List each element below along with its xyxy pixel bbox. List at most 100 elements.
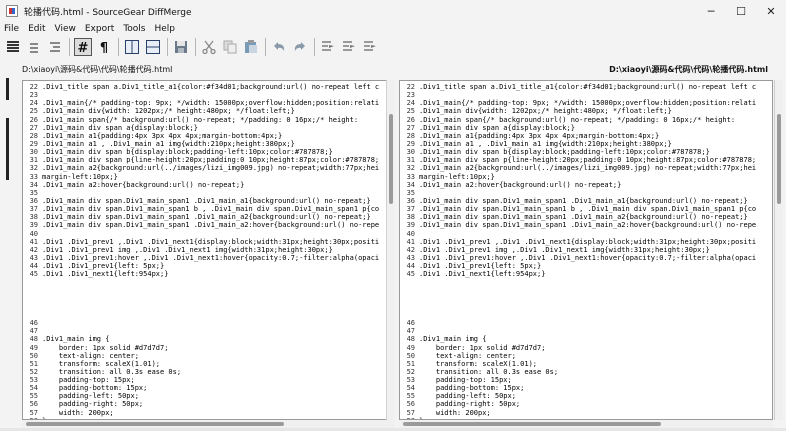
minimize-button[interactable]: ─	[696, 0, 726, 22]
undo-icon	[274, 42, 285, 51]
line-number: 40	[29, 229, 38, 238]
show-pilcrow-button[interactable]: ¶	[95, 38, 113, 56]
right-horizontal-scrollbar[interactable]	[399, 420, 773, 428]
right-scroll-thumb[interactable]	[777, 114, 781, 204]
diff-overview-bar[interactable]	[2, 78, 14, 424]
line-text: .Div1 .Div1_next1{left:954px;}	[419, 270, 546, 279]
line-text: .Div1_main div span b{display:block;padd…	[42, 148, 333, 157]
code-line: 51 transform: scaleX(1.01);	[400, 360, 772, 368]
line-text: .Div1_main div span.Div1_main_span1 .Div…	[42, 213, 371, 222]
code-line: 39 .Div1_main div span.Div1_main_span1 .D…	[400, 221, 772, 229]
line-text: margin-left:10px;}	[419, 172, 495, 181]
redo-button[interactable]	[291, 38, 309, 56]
cut-button[interactable]	[200, 38, 218, 56]
line-gutter	[417, 91, 419, 99]
toolbar: # ¶	[0, 36, 786, 58]
right-hscroll-thumb[interactable]	[403, 422, 661, 426]
line-number: 35	[406, 188, 415, 197]
menu-file[interactable]: File	[4, 24, 19, 34]
line-number: 52	[29, 367, 38, 376]
code-line: 37 .Div1_main div span.Div1_main_span1 b …	[23, 205, 394, 213]
line-number: 31	[406, 156, 415, 165]
line-text: width: 200px;	[419, 408, 491, 417]
split-horizontal-icon	[146, 40, 160, 54]
show-line-numbers-button[interactable]: #	[74, 38, 92, 56]
code-line: 53 padding-top: 15px;	[23, 376, 394, 384]
window-title: 轮播代码.html - SourceGear DiffMerge	[24, 7, 192, 18]
apply-change-button-2[interactable]	[340, 38, 358, 56]
code-line: 46	[23, 319, 394, 327]
apply-change-button-1[interactable]	[319, 38, 337, 56]
paste-button[interactable]	[242, 38, 260, 56]
left-scroll-thumb[interactable]	[389, 114, 393, 204]
toolbar-separator	[167, 38, 168, 56]
line-text: .Div1 .Div1_prev1 img ,.Div1 .Div1_next1…	[419, 245, 710, 254]
code-line: 45 .Div1 .Div1_next1{left:954px;}	[23, 270, 394, 278]
line-number: 34	[406, 180, 415, 189]
line-gutter	[40, 295, 42, 303]
code-line: 42 .Div1 .Div1_prev1 img ,.Div1 .Div1_nex…	[23, 246, 394, 254]
line-gutter	[417, 327, 419, 335]
line-number: 26	[29, 115, 38, 124]
right-vertical-scrollbar[interactable]	[774, 80, 783, 420]
left-vertical-scrollbar[interactable]	[386, 80, 395, 420]
right-file-pane[interactable]: 22 .Div1_title span a.Div1_title_a1{color…	[399, 80, 773, 420]
code-line: 31 .Div1_main div span p{line-height:20px…	[23, 156, 394, 164]
view-diffs-context-icon	[50, 42, 60, 52]
code-line: 27 .Div1_main div span a{display:block;}	[23, 124, 394, 132]
left-hscroll-thumb[interactable]	[26, 422, 284, 426]
line-number: 43	[29, 253, 38, 262]
view-diffs-only-button[interactable]	[25, 38, 43, 56]
line-number: 47	[406, 327, 415, 336]
code-line: 44 .Div1 .Div1_prev1{left: 5px;}	[400, 262, 772, 270]
menu-edit[interactable]: Edit	[28, 24, 45, 34]
menu-view[interactable]: View	[55, 24, 76, 34]
view-all-lines-button[interactable]	[4, 38, 22, 56]
split-vertical-icon	[125, 40, 139, 54]
line-gutter	[417, 278, 419, 286]
code-line: 45 .Div1 .Div1_next1{left:954px;}	[400, 270, 772, 278]
view-diffs-context-button[interactable]	[46, 38, 64, 56]
split-vertical-button[interactable]	[123, 38, 141, 56]
left-file-pane[interactable]: 22 .Div1_title span a.Div1_title_a1{color…	[22, 80, 395, 420]
apply-change-button-3[interactable]	[361, 38, 379, 56]
undo-button[interactable]	[270, 38, 288, 56]
line-text: .Div1_main{/* padding-top: 9px; */width:…	[419, 99, 757, 108]
line-text: padding-bottom: 15px;	[42, 384, 148, 393]
title-bar: 轮播代码.html - SourceGear DiffMerge ─ ☐ ✕	[0, 0, 786, 22]
save-button[interactable]	[172, 38, 190, 56]
line-number: 25	[406, 107, 415, 116]
split-horizontal-button[interactable]	[144, 38, 162, 56]
code-line: 43 .Div1 .Div1_prev1:hover ,.Div1 .Div1_n…	[400, 254, 772, 262]
line-gutter	[417, 230, 419, 238]
line-number: 48	[406, 335, 415, 344]
line-text: .Div1_main a1{padding:4px 3px 4px 4px;ma…	[419, 131, 660, 140]
left-horizontal-scrollbar[interactable]	[22, 420, 395, 428]
show-pilcrow-icon: ¶	[100, 41, 108, 54]
line-number: 53	[29, 376, 38, 385]
close-button[interactable]: ✕	[756, 0, 786, 22]
line-text: .Div1 .Div1_prev1 img ,.Div1 .Div1_next1…	[42, 245, 333, 254]
line-number: 41	[29, 237, 38, 246]
menu-help[interactable]: Help	[155, 24, 176, 34]
code-line: 30 .Div1_main div span b{display:block;pa…	[23, 148, 394, 156]
code-line: 55 padding-left: 50px;	[400, 392, 772, 400]
line-text: .Div1_main div span.Div1_main_span1 .Div…	[419, 221, 757, 230]
copy-button[interactable]	[221, 38, 239, 56]
code-line: 50 text-align: center;	[400, 352, 772, 360]
menu-export[interactable]: Export	[85, 24, 114, 34]
line-gutter	[40, 319, 42, 327]
maximize-button[interactable]: ☐	[726, 0, 756, 22]
line-number: 50	[406, 351, 415, 360]
menu-tools[interactable]: Tools	[123, 24, 145, 34]
line-number	[400, 311, 417, 319]
apply-change-icon	[322, 41, 334, 51]
line-number	[23, 287, 40, 295]
code-line: 24 .Div1_main{/* padding-top: 9px; */widt…	[23, 99, 394, 107]
line-gutter	[40, 189, 42, 197]
line-number: 31	[29, 156, 38, 165]
line-gutter	[417, 303, 419, 311]
line-text: .Div1_main div span p{line-height:20px;p…	[42, 156, 380, 165]
code-line: 27 .Div1_main div span a{display:block;}	[400, 124, 772, 132]
line-text: .Div1_main a2:hover{background:url() no-…	[42, 180, 245, 189]
